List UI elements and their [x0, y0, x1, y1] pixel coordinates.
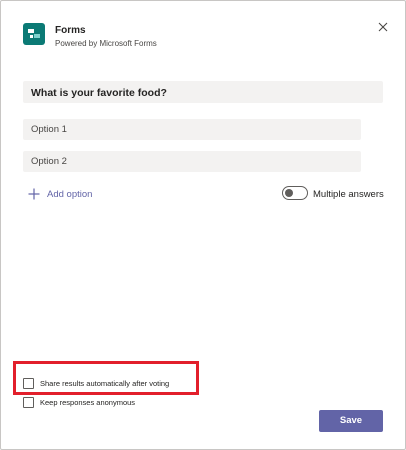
anonymous-label: Keep responses anonymous	[40, 398, 136, 407]
add-option-label: Add option	[47, 189, 93, 200]
save-button[interactable]: Save	[319, 410, 383, 432]
highlight-annotation	[13, 361, 199, 395]
forms-icon	[23, 23, 45, 45]
question-input[interactable]: What is your favorite food?	[23, 81, 383, 103]
close-button[interactable]	[376, 20, 390, 34]
app-title: Forms	[55, 25, 86, 36]
anonymous-checkbox[interactable]	[23, 397, 34, 408]
option-1-text: Option 1	[31, 124, 67, 135]
close-icon	[378, 22, 388, 32]
option-2-input[interactable]: Option 2	[23, 151, 361, 172]
forms-dialog: Forms Powered by Microsoft Forms What is…	[0, 0, 406, 450]
option-1-input[interactable]: Option 1	[23, 119, 361, 140]
multiple-answers-toggle[interactable]	[282, 186, 308, 200]
app-subtitle: Powered by Microsoft Forms	[55, 39, 157, 48]
plus-icon	[28, 188, 40, 200]
multiple-answers-label: Multiple answers	[313, 189, 384, 200]
share-results-checkbox[interactable]	[23, 378, 34, 389]
question-text: What is your favorite food?	[31, 87, 167, 99]
option-2-text: Option 2	[31, 156, 67, 167]
share-results-label: Share results automatically after voting	[40, 379, 170, 388]
toggle-knob	[285, 189, 293, 197]
